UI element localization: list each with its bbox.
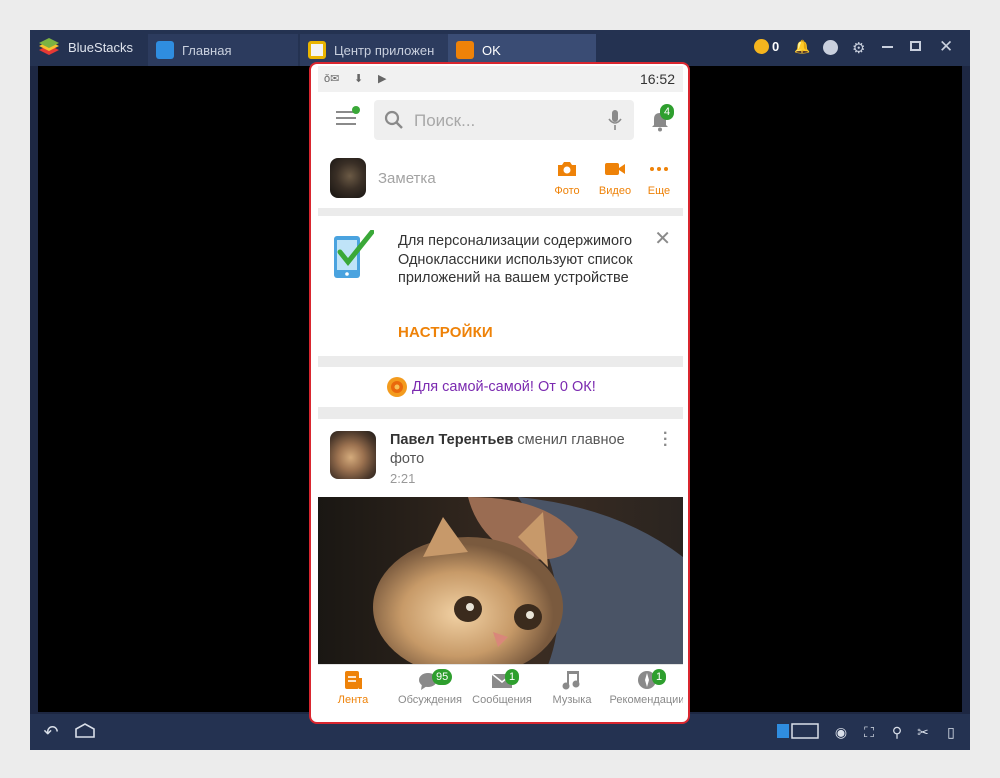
settings-button[interactable]: НАСТРОЙКИ — [398, 324, 493, 341]
coin-count: 0 — [772, 39, 780, 54]
divider — [318, 407, 683, 419]
phone-check-icon — [334, 230, 374, 278]
location-icon[interactable]: ⚲ — [886, 722, 908, 742]
app-center-icon — [308, 41, 326, 59]
nav-feed[interactable]: Лента — [330, 669, 376, 706]
video-button[interactable]: Видео — [595, 160, 635, 197]
recommendations-badge: 1 — [652, 669, 667, 685]
nav-label: Рекомендации — [609, 694, 683, 706]
bell-icon[interactable]: 🔔 — [794, 39, 810, 55]
permission-card: Для персонализации содержимого Однокласс… — [318, 216, 683, 356]
bottom-nav: Лента Обсуждения 95 Сообщения 1 Музыка Р… — [318, 664, 683, 716]
photo-button[interactable]: Фото — [547, 160, 587, 197]
photo-label: Фото — [554, 185, 580, 197]
search-icon — [384, 110, 403, 129]
minimize-icon[interactable] — [882, 46, 893, 48]
restore-icon[interactable] — [910, 41, 921, 51]
gear-icon[interactable]: ⚙ — [852, 39, 865, 57]
back-icon[interactable]: ↶ — [40, 722, 62, 742]
nav-label: Музыка — [552, 694, 592, 706]
coin-icon[interactable] — [754, 39, 769, 54]
tab-label: OK — [482, 43, 501, 58]
clock: 16:52 — [639, 71, 675, 87]
video-label: Видео — [598, 185, 632, 197]
feed-icon — [345, 671, 362, 689]
nav-label: Лента — [337, 694, 369, 706]
status-bar: ǒ✉ ⬇ ▶ 16:52 — [318, 66, 683, 92]
camera-icon — [558, 162, 576, 176]
nav-messages[interactable]: Сообщения — [470, 669, 534, 706]
tab-home[interactable]: Главная — [148, 34, 298, 66]
ok-mail-icon: ǒ✉ — [324, 73, 340, 85]
rotate-icon[interactable]: ▯ — [940, 722, 962, 742]
nav-label: Сообщения — [472, 694, 532, 706]
more-label: Еще — [647, 185, 671, 197]
fullscreen-icon[interactable]: ⛶ — [858, 722, 880, 742]
microphone-icon[interactable] — [608, 109, 622, 131]
author-avatar[interactable] — [330, 431, 376, 479]
divider — [318, 356, 683, 367]
user-avatar[interactable] — [330, 158, 366, 198]
post-header: Павел Терентьев сменил главное фото — [390, 431, 650, 469]
post-time: 2:21 — [390, 471, 416, 486]
nav-recommendations[interactable]: Рекомендации — [608, 669, 683, 706]
app-name: BlueStacks — [68, 40, 134, 55]
home-icon — [156, 41, 174, 59]
scissors-icon[interactable]: ✂ — [912, 722, 934, 742]
permission-message: Для персонализации содержимого Однокласс… — [398, 233, 633, 286]
play-store-icon: ▶ — [378, 73, 387, 85]
tab-label: Главная — [182, 43, 232, 58]
feed-post: Павел Терентьев сменил главное фото 2:21… — [318, 419, 683, 497]
video-icon — [605, 163, 625, 175]
ok-logo-icon — [456, 41, 474, 59]
nav-label: Обсуждения — [398, 694, 462, 706]
promo-text: Для самой-самой! От 0 ОК! — [412, 379, 596, 395]
download-icon: ⬇ — [354, 73, 364, 85]
search-placeholder: Поиск... — [414, 111, 476, 130]
more-button[interactable]: Еще — [639, 160, 679, 197]
more-dots-icon — [650, 167, 668, 171]
promo-banner[interactable]: Для самой-самой! От 0 ОК! — [318, 367, 683, 407]
post-photo[interactable] — [318, 497, 683, 665]
nav-music[interactable]: Музыка — [544, 669, 600, 706]
close-icon[interactable]: ✕ — [654, 226, 671, 251]
menu-icon[interactable] — [336, 111, 356, 129]
ok-app-screen: ǒ✉ ⬇ ▶ 16:52 Поиск... 4 Заметка Фото Вид… — [318, 66, 683, 716]
close-window-icon[interactable]: ✕ — [939, 37, 953, 57]
home-button-icon[interactable] — [74, 722, 96, 742]
divider — [318, 208, 683, 216]
post-menu-icon[interactable]: · · · — [663, 426, 668, 454]
account-icon[interactable] — [823, 40, 838, 55]
note-input[interactable]: Заметка — [378, 170, 436, 187]
author-name[interactable]: Павел Терентьев — [390, 432, 513, 448]
search-input[interactable]: Поиск... — [374, 100, 634, 140]
rose-icon — [387, 377, 407, 397]
cat-photo-icon — [318, 497, 683, 665]
messages-badge: 1 — [505, 669, 520, 685]
music-icon — [562, 671, 580, 690]
tab-label: Центр приложений — [334, 43, 434, 58]
title-bar: BlueStacks Главная Центр приложений OK 0… — [30, 30, 970, 66]
online-dot — [352, 106, 360, 114]
app-bar: Поиск... 4 — [318, 92, 683, 150]
bluestacks-logo-icon — [39, 38, 59, 55]
discussions-badge: 95 — [432, 669, 453, 685]
eye-icon[interactable]: ◉ — [830, 722, 852, 742]
compose-bar: Заметка Фото Видео Еще — [318, 150, 683, 208]
nav-discussions[interactable]: Обсуждения — [390, 669, 470, 706]
notifications-badge: 4 — [660, 104, 675, 120]
keyboard-icon[interactable] — [776, 722, 820, 742]
